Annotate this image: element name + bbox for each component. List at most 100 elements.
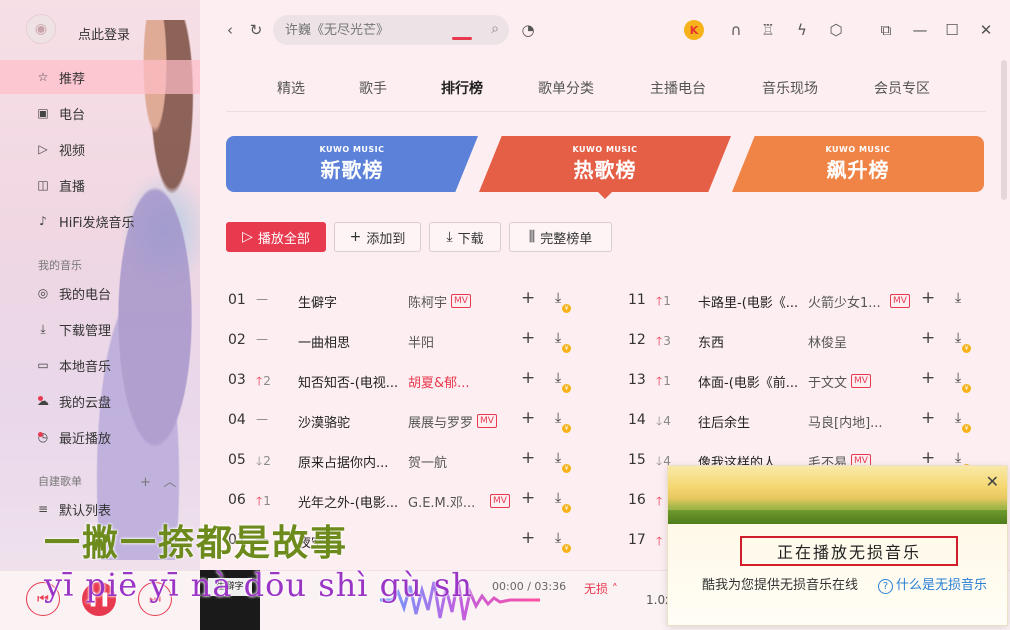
mv-badge-icon[interactable]: MV [851,374,871,388]
song-title[interactable]: 卡路里-(电影《... [698,292,810,311]
quality-selector[interactable]: 无损 ˄ [584,580,618,597]
login-link[interactable]: 点此登录 [78,24,130,43]
add-to-button[interactable]: + 添加到 [334,222,421,252]
tab-playlist-categories[interactable]: 歌单分类 [538,78,594,98]
song-row[interactable]: 02 — 一曲相思 半阳 + ⤓ ¥ [228,320,628,360]
search-box[interactable]: ⌕ [273,15,509,45]
add-icon[interactable]: + [921,368,935,388]
vip-badge-icon[interactable]: K [684,20,704,40]
song-title[interactable]: 沙漠骆驼 [298,412,410,431]
song-title[interactable]: 生僻字 [298,292,410,311]
add-icon[interactable]: + [521,328,535,348]
chart-banner-rising[interactable]: KUWO MUSIC 飙升榜 [732,136,984,192]
sidebar-item-radio[interactable]: ▣ 电台 [0,96,200,130]
maximize-icon[interactable]: ☐ [942,20,962,40]
add-icon[interactable]: + [521,408,535,428]
add-playlist-icon[interactable]: + [140,475,151,490]
song-artist[interactable]: 胡夏&郁... [408,372,470,391]
back-icon[interactable]: ‹ [220,20,240,40]
desktop-lyrics-pinyin[interactable]: yī piē yī nà dōu shì gù sh [44,566,473,604]
skin-icon[interactable]: ♖ [758,20,778,40]
chart-banner-hot[interactable]: KUWO MUSIC 热歌榜 [479,136,731,192]
song-row[interactable]: 14 🡓4 往后余生 马良[内地]... + ⤓ ¥ [628,400,1010,440]
download-icon[interactable]: ⤓ [955,410,961,426]
search-icon[interactable]: ⌕ [491,21,499,37]
chart-banner-new[interactable]: KUWO MUSIC 新歌榜 [226,136,478,192]
add-icon[interactable]: + [921,288,935,308]
download-icon[interactable]: ⤓ [955,370,961,386]
sidebar-item-cloud[interactable]: ☁ 我的云盘 [0,384,200,418]
sidebar-item-my-radio[interactable]: ◎ 我的电台 [0,276,200,310]
download-icon[interactable]: ⤓ [555,330,561,346]
song-artist[interactable]: 贺一航 [408,452,447,471]
song-artist[interactable]: 马良[内地]... [808,412,883,431]
add-icon[interactable]: + [521,288,535,308]
download-button[interactable]: ⤓ 下载 [429,222,501,252]
download-icon[interactable]: ⤓ [555,410,561,426]
mini-mode-icon[interactable]: ⧉ [876,20,896,40]
sidebar-item-live[interactable]: ◫ 直播 [0,168,200,202]
download-icon[interactable]: ⤓ [555,370,561,386]
download-icon[interactable]: ⤓ [955,330,961,346]
popup-help-link[interactable]: ? 什么是无损音乐 [878,574,987,594]
song-row[interactable]: 04 — 沙漠骆驼 展展与罗罗 MV + ⤓ ¥ [228,400,628,440]
song-row[interactable]: 12 🡑3 东西 林俊呈 + ⤓ ¥ [628,320,1010,360]
mv-badge-icon[interactable]: MV [477,414,497,428]
song-artist[interactable]: 林俊呈 [808,332,847,351]
desktop-lyrics-line[interactable]: 一撇一捺都是故事 [44,514,348,566]
add-icon[interactable]: + [521,448,535,468]
song-title[interactable]: 体面-(电影《前... [698,372,810,391]
song-artist[interactable]: 展展与罗罗 [408,412,473,431]
download-icon[interactable]: ⤓ [555,450,561,466]
song-row[interactable]: 03 🡑2 知否知否-(电视... 胡夏&郁... + ⤓ ¥ [228,360,628,400]
tab-anchor-radio[interactable]: 主播电台 [650,78,706,98]
scrollbar[interactable] [1001,60,1007,200]
sidebar-item-hifi[interactable]: ♪ HiFi发烧音乐 [0,204,200,238]
sidebar-item-video[interactable]: ▷ 视频 [0,132,200,166]
song-row[interactable]: 01 — 生僻字 陈柯宇 MV + ⤓ ¥ [228,280,628,320]
song-title[interactable]: 知否知否-(电视... [298,372,410,391]
tab-live-music[interactable]: 音乐现场 [762,78,818,98]
sidebar-item-downloads[interactable]: ⤓ 下载管理 [0,312,200,346]
song-title[interactable]: 东西 [698,332,810,351]
add-icon[interactable]: + [921,328,935,348]
song-title[interactable]: 原来占据你内... [298,452,410,471]
add-icon[interactable]: + [521,528,535,548]
download-icon[interactable]: ⤓ [555,290,561,306]
song-artist[interactable]: 陈柯宇 [408,292,447,311]
sidebar-item-recommend[interactable]: ☆ 推荐 [0,60,200,94]
tab-vip-zone[interactable]: 会员专区 [874,78,930,98]
download-icon[interactable]: ⤓ [555,530,561,546]
headphones-icon[interactable]: ∩ [726,20,746,40]
song-row[interactable]: 05 🡓2 原来占据你内... 贺一航 + ⤓ ¥ [228,440,628,480]
song-artist[interactable]: 半阳 [408,332,434,351]
avatar[interactable]: ◉ [26,14,56,44]
sidebar-item-recent[interactable]: ◷ 最近播放 [0,420,200,454]
minimize-icon[interactable]: — [910,20,930,40]
song-row[interactable]: 13 🡑1 体面-(电影《前... 于文文 MV + ⤓ ¥ [628,360,1010,400]
song-artist[interactable]: 于文文 [808,372,847,391]
chevron-up-icon[interactable]: ︿ [163,475,176,490]
mv-badge-icon[interactable]: MV [451,294,471,308]
add-icon[interactable]: + [921,408,935,428]
mv-badge-icon[interactable]: MV [490,494,510,508]
tab-singers[interactable]: 歌手 [359,78,387,98]
play-all-button[interactable]: ▷ 播放全部 [226,222,326,252]
search-input[interactable] [285,22,475,38]
settings-icon[interactable]: ⬡ [826,20,846,40]
mv-badge-icon[interactable]: MV [890,294,910,308]
lightning-icon[interactable]: ϟ [792,20,812,40]
song-title[interactable]: 往后余生 [698,412,810,431]
song-artist[interactable]: 火箭少女1... [808,292,881,311]
close-icon[interactable]: ✕ [976,20,996,40]
close-icon[interactable]: ✕ [986,472,999,491]
song-artist[interactable]: G.E.M.邓... [408,492,475,511]
song-title[interactable]: 光年之外-(电影... [298,492,410,511]
download-icon[interactable]: ⤓ [555,490,561,506]
recognize-music-icon[interactable]: ◔ [518,20,538,40]
song-title[interactable]: 一曲相思 [298,332,410,351]
download-icon[interactable]: ⤓ [955,290,961,306]
song-row[interactable]: 11 🡑1 卡路里-(电影《... 火箭少女1... MV + ⤓ [628,280,1010,320]
add-icon[interactable]: + [521,368,535,388]
refresh-icon[interactable]: ↻ [246,20,266,40]
